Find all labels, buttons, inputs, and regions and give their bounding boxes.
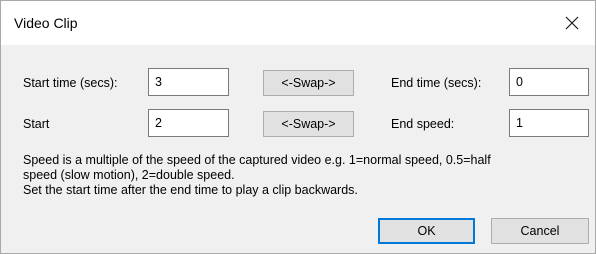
cancel-button[interactable]: Cancel [491, 218, 589, 244]
swap-time-button[interactable]: <-Swap-> [263, 70, 354, 96]
help-line-3: Set the start time after the end time to… [23, 183, 358, 197]
dialog-body: Start time (secs): <-Swap-> End time (se… [1, 45, 595, 253]
video-clip-dialog: Video Clip Start time (secs): <-Swap-> E… [0, 0, 596, 254]
ok-button[interactable]: OK [378, 218, 475, 244]
help-line-2: speed (slow motion), 2=double speed. [23, 168, 235, 182]
help-line-1: Speed is a multiple of the speed of the … [23, 153, 491, 167]
start-time-label: Start time (secs): [23, 76, 118, 90]
start-speed-input[interactable] [148, 109, 229, 137]
close-button[interactable] [549, 1, 595, 45]
end-speed-label: End speed: [391, 117, 455, 131]
help-text: Speed is a multiple of the speed of the … [23, 153, 491, 198]
close-icon [565, 16, 579, 30]
swap-speed-button[interactable]: <-Swap-> [263, 111, 354, 137]
dialog-title: Video Clip [14, 15, 78, 31]
start-speed-label: Start [23, 117, 50, 131]
end-speed-input[interactable] [509, 109, 589, 137]
end-time-label: End time (secs): [391, 76, 482, 90]
start-time-input[interactable] [148, 68, 229, 96]
title-bar: Video Clip [1, 1, 595, 45]
end-time-input[interactable] [509, 68, 589, 96]
